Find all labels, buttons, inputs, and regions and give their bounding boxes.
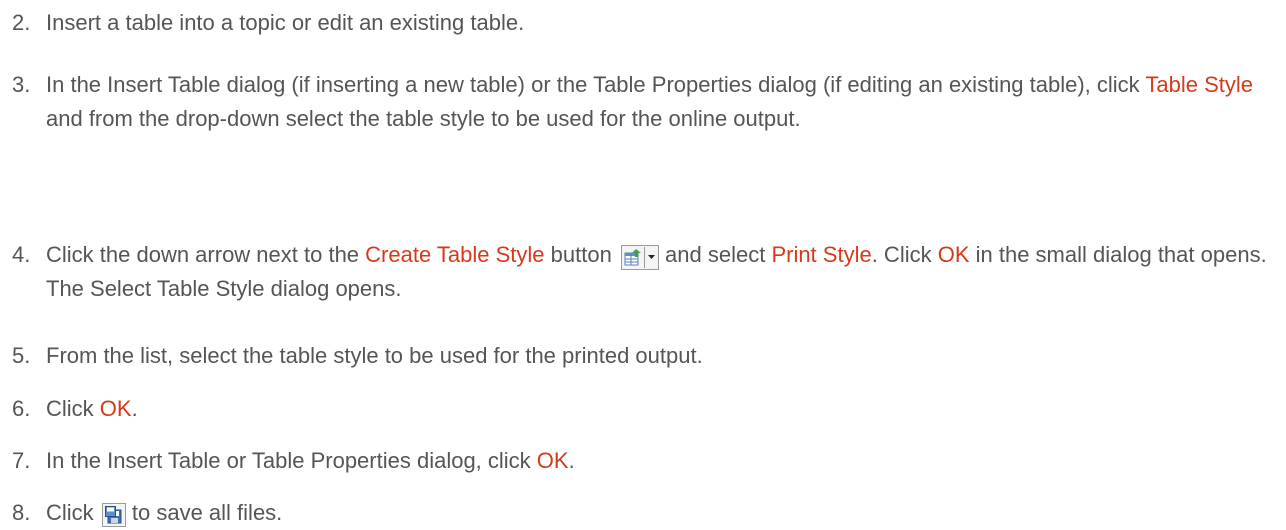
step-text: Click to save all files. xyxy=(46,496,1276,530)
step-7: 7. In the Insert Table or Table Properti… xyxy=(0,444,1276,478)
step-text-part: and select xyxy=(658,242,772,267)
create-table-style-icon xyxy=(622,247,645,268)
step-number: 4. xyxy=(12,242,31,267)
step-5: 5. From the list, select the table style… xyxy=(0,339,1276,373)
step-text: In the Insert Table dialog (if inserting… xyxy=(46,68,1276,136)
step-number: 2. xyxy=(12,10,31,35)
step-8: 8. Click to save all files. xyxy=(0,496,1276,530)
step-text-part: to save all files. xyxy=(125,500,283,525)
step-2: 2. Insert a table into a topic or edit a… xyxy=(0,6,1276,40)
step-text-part: and from the drop-down select the table … xyxy=(46,106,801,131)
step-text-part: Click xyxy=(46,396,100,421)
step-number: 3. xyxy=(12,72,31,97)
step-text: Click OK. xyxy=(46,392,1276,426)
step-number: 6. xyxy=(12,396,31,421)
step-3: 3. In the Insert Table dialog (if insert… xyxy=(0,68,1276,136)
ui-term-create-table-style: Create Table Style xyxy=(365,242,545,267)
ui-term-ok: OK xyxy=(937,242,970,267)
step-4: 4. Click the down arrow next to the Crea… xyxy=(0,238,1276,306)
step-6: 6. Click OK. xyxy=(0,392,1276,426)
step-text-part: Click the down arrow next to the xyxy=(46,242,366,267)
step-text-part: Click xyxy=(46,500,100,525)
step-text-part: In the Insert Table or Table Properties … xyxy=(46,448,537,473)
ui-term-ok: OK xyxy=(99,396,132,421)
create-table-style-button[interactable] xyxy=(620,245,659,270)
step-text: Insert a table into a topic or edit an e… xyxy=(46,10,525,35)
chevron-down-icon[interactable] xyxy=(645,247,658,268)
step-number: 5. xyxy=(12,343,31,368)
step-text-part: In the Insert Table dialog (if inserting… xyxy=(46,72,1146,97)
step-text: From the list, select the table style to… xyxy=(46,343,703,368)
step-number: 7. xyxy=(12,448,31,473)
ui-term-print-style: Print Style xyxy=(771,242,872,267)
save-all-icon[interactable] xyxy=(101,503,126,527)
step-text: In the Insert Table or Table Properties … xyxy=(46,444,1276,478)
step-text-part: button xyxy=(544,242,618,267)
ui-term-ok: OK xyxy=(536,448,569,473)
step-text-part: . xyxy=(568,448,575,473)
step-text-part: . xyxy=(131,396,138,421)
step-text-part: . Click xyxy=(871,242,938,267)
step-number: 8. xyxy=(12,500,31,525)
step-text: Click the down arrow next to the Create … xyxy=(46,238,1276,306)
ui-term-table-style: Table Style xyxy=(1145,72,1254,97)
